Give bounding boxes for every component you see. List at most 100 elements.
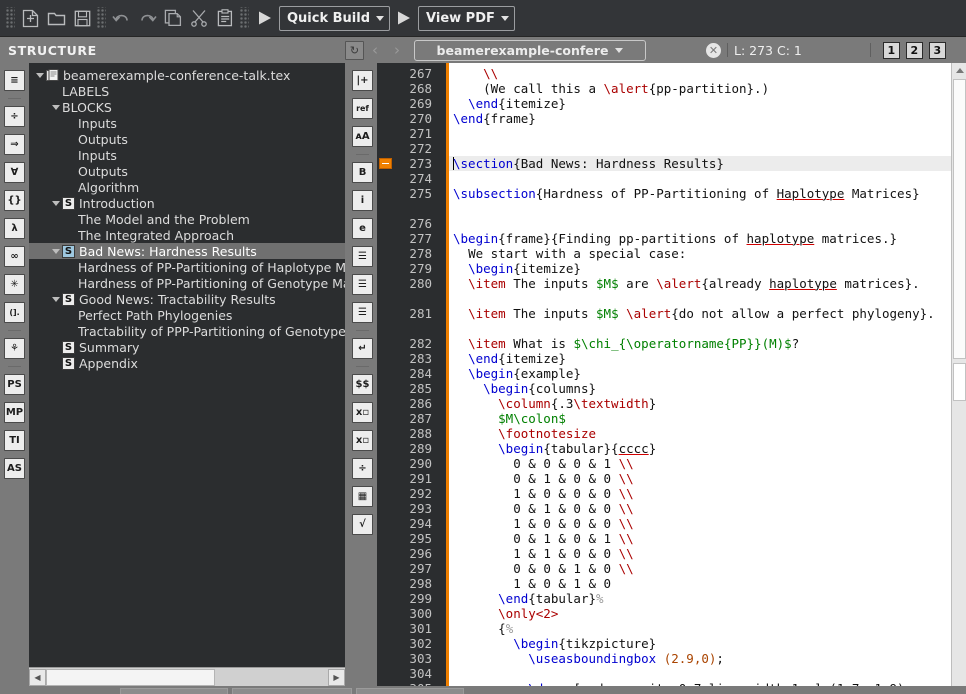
structure-item[interactable]: LABELS [29, 83, 345, 99]
structure-item[interactable]: The Integrated Approach [29, 227, 345, 243]
scroll-left-icon[interactable]: ◀ [29, 669, 46, 686]
code-line[interactable]: \begin{itemize} [449, 261, 966, 276]
expand-twisty-icon[interactable] [49, 291, 62, 307]
toolbar-grip[interactable] [6, 7, 15, 29]
structure-item[interactable]: Perfect Path Phylogenies [29, 307, 345, 323]
structure-item[interactable]: Hardness of PP-Partitioning of Genotype … [29, 275, 345, 291]
cut-scissors-icon[interactable] [186, 4, 212, 32]
code-line[interactable]: \end{tabular}% [449, 591, 966, 606]
structure-item[interactable]: S Introduction [29, 195, 345, 211]
code-line[interactable]: {% [449, 621, 966, 636]
toolbar-grip-3[interactable] [240, 7, 249, 29]
code-line[interactable]: \\ [449, 66, 966, 81]
code-line[interactable]: 0 & 1 & 0 & 1 \\ [449, 531, 966, 546]
delimiters-icon[interactable]: (]. [4, 302, 25, 323]
list-environment-icon[interactable]: ≡ [4, 70, 25, 91]
toolbar-grip-2[interactable] [97, 7, 106, 29]
code-line[interactable] [449, 126, 966, 141]
expand-twisty-icon[interactable] [33, 67, 46, 83]
newline-icon[interactable]: ↵ [352, 338, 373, 359]
editor-vertical-scrollbar[interactable] [951, 63, 966, 694]
code-line[interactable]: \only<2> [449, 606, 966, 621]
editor-scrollbar-thumb[interactable] [953, 79, 966, 359]
superscript-icon[interactable]: x▫ [352, 430, 373, 451]
code-line[interactable]: \begin{frame}{Finding pp-partitions of h… [449, 231, 966, 246]
infinity-icon[interactable]: ∞ [4, 246, 25, 267]
code-line[interactable]: \column{.3\textwidth} [449, 396, 966, 411]
status-tab-1[interactable] [120, 688, 228, 694]
code-line[interactable] [449, 216, 966, 231]
new-file-icon[interactable] [17, 4, 43, 32]
code-line[interactable]: 0 & 0 & 1 & 0 \\ [449, 561, 966, 576]
structure-item[interactable]: S Appendix [29, 355, 345, 371]
undo-icon[interactable] [108, 4, 134, 32]
status-tab-3[interactable] [356, 688, 464, 694]
lambda-icon[interactable]: λ [4, 218, 25, 239]
structure-item[interactable]: Inputs [29, 115, 345, 131]
file-tab-beamerexample[interactable]: beamerexample-confere [414, 39, 646, 61]
code-line[interactable]: $M\colon$ [449, 411, 966, 426]
asterisk-icon[interactable]: ✳ [4, 274, 25, 295]
save-icon[interactable] [69, 4, 95, 32]
code-line[interactable]: \footnotesize [449, 426, 966, 441]
code-line[interactable]: 1 & 0 & 1 & 0 [449, 576, 966, 591]
code-line-current[interactable]: \section{Bad News: Hardness Results} [449, 156, 966, 171]
structure-item[interactable]: beamerexample-conference-talk.tex [29, 67, 345, 83]
copy-icon[interactable] [160, 4, 186, 32]
math-mode-icon[interactable]: $$ [352, 374, 373, 395]
editor-scrollbar-handle[interactable] [953, 363, 966, 401]
code-line[interactable]: \end{frame} [449, 111, 966, 126]
redo-icon[interactable] [134, 4, 160, 32]
code-line[interactable]: \begin{example} [449, 366, 966, 381]
structure-item[interactable]: Outputs [29, 163, 345, 179]
next-document-icon[interactable]: › [386, 39, 408, 61]
code-line[interactable]: \subsection{Hardness of PP-Partitioning … [449, 186, 966, 216]
structure-item[interactable]: Hardness of PP-Partitioning of Haplotype… [29, 259, 345, 275]
align-center-icon[interactable]: ☰ [352, 274, 373, 295]
postscript-icon[interactable]: PS [4, 374, 25, 395]
structure-item[interactable]: Algorithm [29, 179, 345, 195]
font-size-icon[interactable]: ᴀA [352, 126, 373, 147]
code-line[interactable]: (We call this a \alert{pp-partition}.) [449, 81, 966, 96]
scroll-up-icon[interactable] [952, 63, 966, 77]
subscript-icon[interactable]: x▫ [352, 402, 373, 423]
code-line[interactable] [449, 141, 966, 156]
structure-item[interactable]: Inputs [29, 147, 345, 163]
frac-icon[interactable]: ÷ [352, 458, 373, 479]
italic-icon[interactable]: i [352, 190, 373, 211]
structure-item[interactable]: The Model and the Problem [29, 211, 345, 227]
code-line[interactable]: 1 & 1 & 0 & 0 \\ [449, 546, 966, 561]
view-button-3[interactable]: 3 [928, 41, 946, 59]
align-right-icon[interactable]: ☰ [352, 302, 373, 323]
emphasis-icon[interactable]: e [352, 218, 373, 239]
code-line[interactable]: \begin{tabular}{cccc} [449, 441, 966, 456]
expand-twisty-icon[interactable] [49, 243, 62, 259]
refresh-icon[interactable]: ↻ [345, 40, 364, 60]
prev-document-icon[interactable]: ‹ [364, 39, 386, 61]
run-quick-build-icon[interactable] [253, 4, 277, 32]
code-line[interactable]: \begin{tikzpicture} [449, 636, 966, 651]
code-line[interactable]: \useasboundingbox (2.9,0); [449, 651, 966, 666]
chevron-down-icon[interactable] [376, 15, 385, 21]
expand-twisty-icon[interactable] [49, 195, 62, 211]
scroll-right-icon[interactable]: ▶ [328, 669, 345, 686]
code-line[interactable]: \item The inputs $M$ are \alert{already … [449, 276, 966, 306]
view-pdf-button[interactable]: View PDF [418, 5, 515, 31]
bold-icon[interactable]: B [352, 162, 373, 183]
paste-clipboard-icon[interactable] [212, 4, 238, 32]
scrollbar-thumb[interactable] [46, 669, 216, 686]
chevron-down-icon-3[interactable] [615, 47, 624, 53]
code-text-area[interactable]: \\ (We call this a \alert{pp-partition}.… [449, 63, 966, 694]
structure-item-selected[interactable]: S Bad News: Hardness Results [29, 243, 345, 259]
tikz-icon[interactable]: TI [4, 430, 25, 451]
forall-icon[interactable]: ∀ [4, 162, 25, 183]
close-icon[interactable]: ✕ [706, 42, 721, 58]
align-left-icon[interactable]: ☰ [352, 246, 373, 267]
structure-item[interactable]: S Summary [29, 339, 345, 355]
sqrt-icon[interactable]: √ [352, 514, 373, 535]
code-line[interactable] [449, 171, 966, 186]
asymptote-icon[interactable]: AS [4, 458, 25, 479]
code-line[interactable]: 0 & 0 & 0 & 1 \\ [449, 456, 966, 471]
quick-build-button[interactable]: Quick Build [279, 5, 391, 31]
code-line[interactable]: We start with a special case: [449, 246, 966, 261]
